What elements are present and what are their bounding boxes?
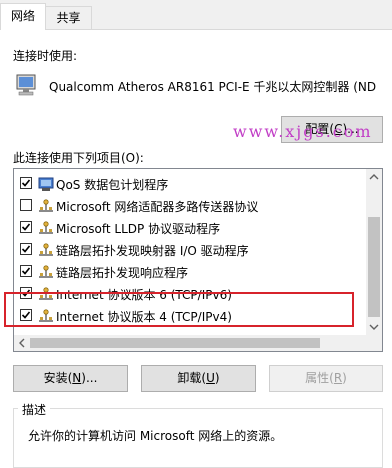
watermark: www.xjgs.com: [233, 122, 373, 141]
item-checkbox[interactable]: [20, 265, 32, 277]
items-listbox[interactable]: QoS 数据包计划程序 Microsoft 网络适配器多路传送器协议 Microso…: [13, 168, 383, 352]
protocol-icon: [38, 286, 54, 302]
tab-network[interactable]: 网络: [0, 3, 46, 30]
list-item[interactable]: Internet 协议版本 6 (TCP/IPv6): [14, 283, 368, 305]
list-item[interactable]: QoS 数据包计划程序: [14, 173, 368, 195]
properties-button-label: 属性(: [305, 371, 334, 385]
uninstall-button-key: U: [206, 371, 215, 385]
scrollbar-corner: [366, 335, 382, 351]
item-checkbox[interactable]: [20, 243, 32, 255]
item-label: 链路层拓扑发现映射器 I/O 驱动程序: [56, 244, 249, 258]
qos-icon: [38, 176, 54, 192]
item-label: QoS 数据包计划程序: [56, 178, 169, 192]
item-checkbox[interactable]: [20, 221, 32, 233]
items-label: 此连接使用下列项目(O):: [13, 151, 144, 165]
list-item[interactable]: Internet 协议版本 4 (TCP/IPv4): [14, 305, 368, 327]
network-adapter-icon: [14, 73, 38, 97]
properties-button[interactable]: 属性(R): [269, 365, 383, 392]
install-button-label: 安装(: [43, 371, 73, 385]
description-text: 允许你的计算机访问 Microsoft 网络上的资源。: [28, 429, 283, 443]
properties-button-suffix: ): [342, 371, 347, 385]
list-item[interactable]: Microsoft LLDP 协议驱动程序: [14, 217, 368, 239]
vertical-scroll-thumb[interactable]: [368, 217, 380, 317]
install-button-key: N: [72, 371, 82, 385]
description-title: 描述: [18, 401, 51, 418]
horizontal-scroll-thumb[interactable]: [30, 338, 320, 348]
protocol-icon: [38, 220, 54, 236]
item-label: Internet 协议版本 6 (TCP/IPv6): [56, 288, 232, 302]
uninstall-button-label: 卸载(: [177, 371, 207, 385]
protocol-icon: [38, 264, 54, 280]
properties-button-key: R: [333, 371, 343, 385]
uninstall-button-suffix: ): [214, 371, 220, 385]
item-label: 链路层拓扑发现响应程序: [56, 266, 189, 280]
protocol-icon: [38, 308, 54, 324]
tab-sharing[interactable]: 共享: [46, 6, 92, 29]
list-item[interactable]: 链路层拓扑发现映射器 I/O 驱动程序: [14, 239, 368, 261]
horizontal-scrollbar[interactable]: [14, 335, 382, 351]
item-checkbox[interactable]: [20, 287, 32, 299]
item-checkbox[interactable]: [20, 199, 32, 211]
protocol-icon: [38, 242, 54, 258]
list-item[interactable]: Microsoft 网络适配器多路传送器协议: [14, 195, 368, 217]
item-label: Internet 协议版本 4 (TCP/IPv4): [56, 310, 232, 324]
scroll-left-icon[interactable]: [17, 338, 27, 348]
scroll-down-icon[interactable]: [369, 322, 379, 332]
connect-using-label: 连接时使用:: [13, 49, 78, 63]
adapter-name: Qualcomm Atheros AR8161 PCI-E 千兆以太网控制器 (…: [49, 80, 377, 94]
uninstall-button[interactable]: 卸载(U): [141, 365, 256, 392]
install-button-suffix: )...: [81, 371, 98, 385]
install-button[interactable]: 安装(N)...: [13, 365, 128, 392]
item-checkbox[interactable]: [20, 177, 32, 189]
tab-sharing-label: 共享: [56, 11, 81, 25]
tab-network-label: 网络: [10, 9, 35, 23]
item-checkbox[interactable]: [20, 309, 32, 321]
scroll-up-icon[interactable]: [369, 172, 379, 182]
item-label: Microsoft LLDP 协议驱动程序: [56, 222, 221, 236]
item-label: Microsoft 网络适配器多路传送器协议: [56, 200, 259, 214]
protocol-icon: [38, 198, 54, 214]
vertical-scrollbar[interactable]: [366, 169, 382, 335]
list-item[interactable]: 链路层拓扑发现响应程序: [14, 261, 368, 283]
